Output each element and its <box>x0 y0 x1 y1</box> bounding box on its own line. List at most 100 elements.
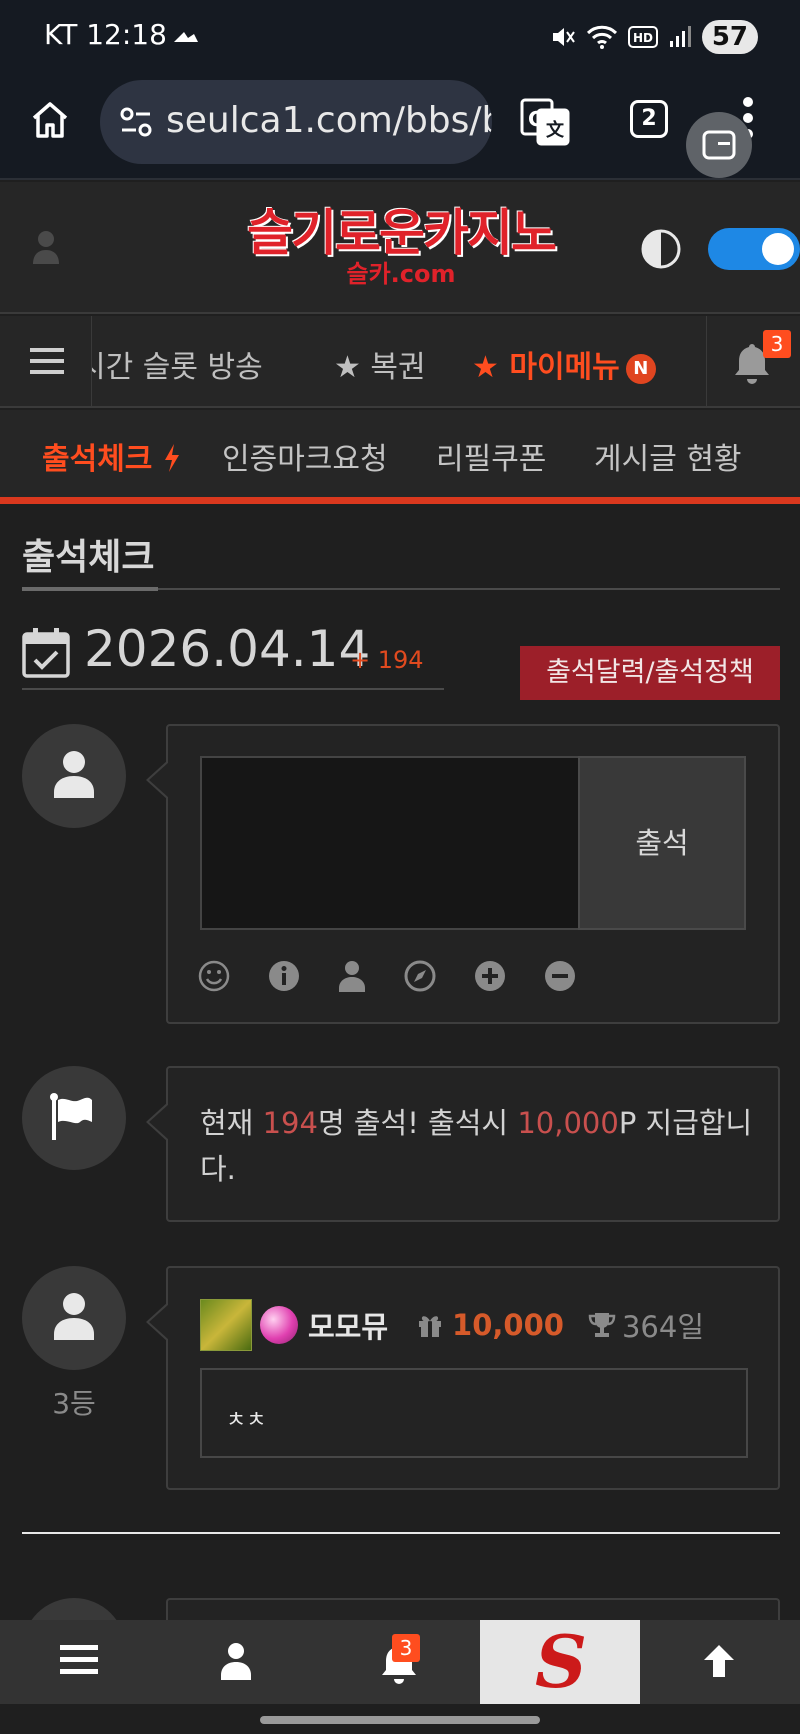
floating-window-button[interactable] <box>686 112 752 178</box>
cloud-icon <box>174 32 198 42</box>
notice-mid: 명 출석! 출석시 <box>317 1106 518 1140</box>
entry-comment: ㅊㅊ <box>200 1368 748 1458</box>
gem-icon <box>260 1306 298 1344</box>
subnav-attendance-label: 출석체크 <box>42 442 153 477</box>
window-icon <box>702 130 736 160</box>
entry-username[interactable]: 모모뮤 <box>308 1304 388 1346</box>
bottom-notifications-button[interactable]: 3 <box>320 1620 480 1704</box>
attendance-date: 2026.04.14 <box>84 620 371 678</box>
trophy-icon <box>588 1313 616 1337</box>
bottom-profile-button[interactable] <box>160 1620 320 1704</box>
svg-text:G: G <box>528 107 544 131</box>
carrier-time: KT 12:18 <box>44 18 167 51</box>
tab-switcher-button[interactable]: 2 <box>630 100 668 138</box>
entry-points: 10,000 <box>452 1308 564 1342</box>
address-bar[interactable]: seulca1.com/bbs/b <box>100 80 492 164</box>
notifications-button[interactable]: 3 <box>706 316 800 408</box>
home-icon[interactable] <box>28 98 72 142</box>
bottom-notification-badge: 3 <box>392 1634 420 1662</box>
hamburger-icon <box>30 348 64 374</box>
subnav-post-status[interactable]: 게시글 현황 <box>594 434 742 478</box>
s-logo: S <box>535 1619 587 1704</box>
hd-icon: HD <box>627 26 658 48</box>
user-icon <box>54 751 94 798</box>
subnav-attendance[interactable]: 출석체크 <box>42 434 181 478</box>
user-icon <box>54 1293 94 1340</box>
status-bar: KT 12:18 HD 57 <box>0 0 800 74</box>
battery-level: 57 <box>701 20 758 54</box>
entry-days: 364일 <box>621 1310 705 1344</box>
flag-icon <box>50 1093 92 1140</box>
svg-text:HD: HD <box>633 31 653 45</box>
calendar-policy-button[interactable]: 출석달력/출석정책 <box>520 646 780 700</box>
browser-toolbar: seulca1.com/bbs/b G文 2 <box>0 74 800 180</box>
status-icons: HD 57 <box>550 20 758 54</box>
plus-circle-icon[interactable] <box>474 960 506 992</box>
notice-points: 10,000 <box>517 1106 619 1140</box>
level-icon <box>200 1299 252 1351</box>
subnav-refill-coupon[interactable]: 리필쿠폰 <box>436 434 546 478</box>
new-badge: N <box>625 353 656 384</box>
smile-icon[interactable] <box>198 960 230 992</box>
title-underline <box>22 587 780 591</box>
gesture-bar <box>0 1704 800 1734</box>
signal-icon <box>669 26 691 47</box>
calendar-check-icon <box>22 628 70 678</box>
gesture-pill[interactable] <box>260 1716 540 1724</box>
entry-avatar <box>22 1266 126 1370</box>
attendance-entry: 모모뮤 10,000 364일 ㅊㅊ <box>146 1266 780 1490</box>
list-divider <box>22 1532 780 1534</box>
gift-icon <box>419 1316 442 1337</box>
nav-items: 시간 슬롯 방송 ★ 복권 ★ 마이메뉴 N <box>92 316 706 408</box>
nav-item-my-menu[interactable]: ★ 마이메뉴 N <box>472 342 656 386</box>
wifi-icon <box>586 25 617 49</box>
dark-mode-toggle[interactable] <box>708 228 800 270</box>
nav-item-slot-stream[interactable]: 시간 슬롯 방송 <box>92 342 263 386</box>
login-user-icon[interactable] <box>32 230 60 264</box>
notification-count-badge: 3 <box>763 330 791 358</box>
hamburger-icon <box>60 1645 98 1674</box>
user-icon[interactable] <box>338 960 366 992</box>
notice-prefix: 현재 <box>200 1106 263 1140</box>
entry-user-row: 모모뮤 10,000 364일 <box>200 1298 704 1352</box>
scroll-top-button[interactable] <box>640 1620 800 1704</box>
svg-text:文: 文 <box>546 119 565 141</box>
logo-sub-text: 슬카.com <box>346 260 456 288</box>
site-header: 슬기로운카지노 슬카.com <box>0 182 800 314</box>
notice-avatar <box>22 1066 126 1170</box>
nav-item-lottery[interactable]: ★ 복권 <box>334 342 426 386</box>
url-text[interactable]: seulca1.com/bbs/b <box>166 100 492 141</box>
subnav-verification-request[interactable]: 인증마크요청 <box>222 434 388 478</box>
bottom-bar: 3 S <box>0 1620 800 1704</box>
site-logo[interactable]: 슬기로운카지노 슬카.com <box>246 204 557 296</box>
title-underline-accent <box>22 587 158 591</box>
sub-nav: 출석체크 인증마크요청 리필쿠폰 게시글 현황 <box>0 410 800 504</box>
attendance-notice: 현재 194명 출석! 출석시 10,000P 지급합니다. <box>146 1066 780 1222</box>
entry-rank: 3등 <box>52 1387 96 1420</box>
attendance-count: + 194 <box>350 646 424 674</box>
minus-circle-icon[interactable] <box>544 960 576 992</box>
mute-icon <box>552 28 575 46</box>
date-row: 2026.04.14 + 194 <box>22 620 444 690</box>
page-title: 출석체크 <box>22 537 155 578</box>
translate-icon[interactable]: G文 <box>520 96 570 146</box>
nav-menu-button[interactable] <box>0 316 92 408</box>
nav-item-my-menu-label: ★ 마이메뉴 <box>472 350 620 385</box>
bottom-menu-button[interactable] <box>0 1620 160 1704</box>
main-nav: 시간 슬롯 방송 ★ 복권 ★ 마이메뉴 N 3 <box>0 316 800 408</box>
contrast-icon[interactable] <box>640 228 682 270</box>
site-settings-icon[interactable] <box>118 104 154 140</box>
bottom-site-logo-button[interactable]: S <box>480 1620 640 1704</box>
toggle-knob <box>762 233 794 265</box>
lightning-icon <box>164 444 179 472</box>
logo-main-text: 슬기로운카지노 <box>247 204 557 262</box>
emoji-toolbar <box>198 960 576 992</box>
arrow-up-icon <box>704 1645 734 1677</box>
checkin-form: 출석 <box>146 724 780 1024</box>
compass-icon[interactable] <box>404 960 436 992</box>
checkin-button[interactable]: 출석 <box>578 756 746 930</box>
checkin-message-input[interactable] <box>200 756 580 930</box>
avatar <box>22 724 126 828</box>
notice-count: 194 <box>262 1106 318 1140</box>
info-icon[interactable] <box>268 960 300 992</box>
